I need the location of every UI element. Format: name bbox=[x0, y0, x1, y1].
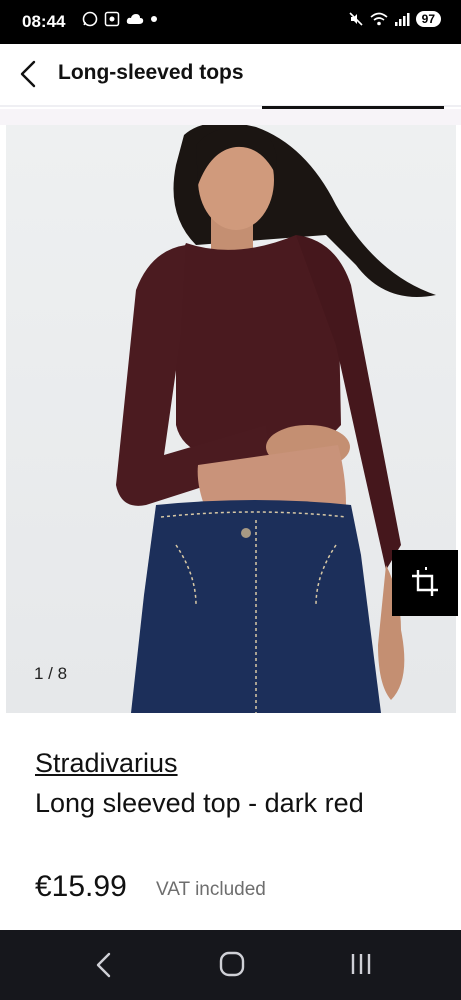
battery-indicator: 97 bbox=[415, 11, 441, 27]
product-name: Long sleeved top - dark red bbox=[35, 788, 364, 818]
product-price: €15.99 bbox=[35, 870, 127, 903]
status-bar: 08:44 97 bbox=[0, 0, 461, 44]
image-counter: 1 / 8 bbox=[34, 664, 68, 683]
nav-back-icon[interactable] bbox=[92, 950, 116, 980]
signal-icon bbox=[394, 13, 410, 26]
top-app-bar: Long-sleeved tops bbox=[0, 44, 461, 106]
brand-link[interactable]: Stradivarius bbox=[35, 748, 178, 779]
product-image[interactable] bbox=[6, 125, 456, 713]
screen-record-icon bbox=[104, 11, 120, 27]
nav-home-icon[interactable] bbox=[219, 951, 245, 977]
nav-recents-icon[interactable] bbox=[348, 952, 374, 976]
wifi-icon bbox=[370, 12, 388, 26]
system-nav-bar bbox=[0, 930, 461, 1000]
back-arrow-icon[interactable] bbox=[14, 58, 46, 90]
vat-note: VAT included bbox=[156, 879, 266, 900]
cloud-icon bbox=[126, 14, 144, 24]
model-illustration bbox=[116, 125, 436, 713]
status-time: 08:44 bbox=[22, 12, 66, 31]
dot-icon bbox=[151, 16, 157, 22]
crop-button[interactable] bbox=[392, 550, 458, 616]
page-title: Long-sleeved tops bbox=[58, 61, 244, 84]
crop-icon bbox=[412, 567, 438, 596]
header-band bbox=[0, 109, 461, 125]
whatsapp-icon bbox=[82, 11, 98, 27]
mute-icon bbox=[349, 12, 363, 26]
